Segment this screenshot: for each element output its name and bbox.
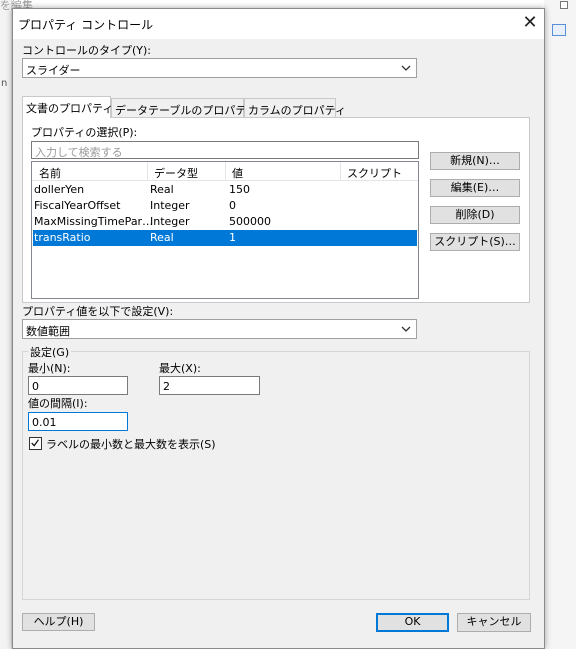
show-minmax-label: ラベルの最小数と最大数を表示(S) <box>46 438 216 451</box>
edit-button-label: 編集(E)… <box>450 181 500 194</box>
list-header: 名前 データ型 値 スクリプト <box>32 162 418 181</box>
background-toolbar-icon <box>552 24 566 36</box>
table-row[interactable]: dollerYen Real 150 <box>33 182 417 198</box>
step-label: 値の間隔(I): <box>28 397 88 410</box>
help-button[interactable]: ヘルプ(H) <box>22 613 95 631</box>
column-header-value[interactable]: 値 <box>232 165 243 181</box>
value-source-value: 数値範囲 <box>26 325 70 338</box>
script-button[interactable]: スクリプト(S)… <box>430 233 520 251</box>
property-search-input[interactable]: 入力して検索する <box>31 141 419 159</box>
cell-name: transRatio <box>34 231 91 244</box>
delete-button-label: 削除(D) <box>455 208 495 221</box>
control-type-dropdown[interactable]: スライダー <box>22 58 417 78</box>
background-app-right-panel <box>544 0 576 649</box>
cell-name: FiscalYearOffset <box>34 199 121 212</box>
chevron-down-icon <box>401 65 411 71</box>
tab-column-properties[interactable]: カラムのプロパティ <box>244 98 346 118</box>
cell-name: MaxMissingTimePar… <box>34 215 154 228</box>
control-type-value: スライダー <box>26 64 81 77</box>
tab-label: カラムのプロパティ <box>248 104 347 117</box>
property-control-dialog: プロパティ コントロール ✕ コントロールのタイプ(Y): スライダー 文書のプ… <box>12 8 545 649</box>
tab-label: データテーブルのプロパティ <box>115 104 257 117</box>
ok-button-label: OK <box>404 615 421 628</box>
background-left-text: n <box>1 78 8 89</box>
dialog-titlebar: プロパティ コントロール ✕ <box>13 9 544 39</box>
new-button[interactable]: 新規(N)… <box>430 152 520 170</box>
step-input[interactable]: 0.01 <box>28 412 128 431</box>
tab-document-properties[interactable]: 文書のプロパティ <box>22 96 114 118</box>
tab-datatable-properties[interactable]: データテーブルのプロパティ <box>111 98 257 118</box>
tab-label: 文書のプロパティ <box>26 102 114 115</box>
show-minmax-checkbox[interactable] <box>29 437 42 450</box>
cell-type: Integer <box>150 199 190 212</box>
max-value: 2 <box>163 380 170 393</box>
property-select-label: プロパティの選択(P): <box>31 126 138 139</box>
edit-button[interactable]: 編集(E)… <box>430 179 520 197</box>
table-row-selected[interactable]: transRatio Real 1 <box>33 230 417 246</box>
cancel-button-label: キャンセル <box>466 615 522 628</box>
cell-value: 500000 <box>229 215 271 228</box>
column-header-type[interactable]: データ型 <box>154 165 198 181</box>
dialog-title: プロパティ コントロール <box>18 18 154 32</box>
checkmark-icon <box>31 439 39 447</box>
cell-value: 150 <box>229 183 250 196</box>
value-source-label: プロパティ値を以下で設定(V): <box>22 305 174 318</box>
cell-name: dollerYen <box>34 183 85 196</box>
control-type-label: コントロールのタイプ(Y): <box>22 44 152 57</box>
background-checkbox-icon <box>560 1 568 9</box>
new-button-label: 新規(N)… <box>450 154 500 167</box>
help-button-label: ヘルプ(H) <box>33 615 84 628</box>
table-row[interactable]: MaxMissingTimePar… Integer 500000 <box>33 214 417 230</box>
script-button-label: スクリプト(S)… <box>434 235 516 248</box>
min-label: 最小(N): <box>28 362 71 375</box>
column-header-name[interactable]: 名前 <box>39 165 61 181</box>
property-list[interactable]: 名前 データ型 値 スクリプト dollerYen Real 150 Fisca… <box>31 161 419 299</box>
chevron-down-icon <box>401 326 411 332</box>
cell-type: Real <box>150 183 174 196</box>
cancel-button[interactable]: キャンセル <box>457 613 531 632</box>
min-input[interactable]: 0 <box>28 376 128 395</box>
min-value: 0 <box>32 380 39 393</box>
ok-button[interactable]: OK <box>376 613 449 632</box>
background-app-left-panel: n <box>0 0 12 649</box>
max-label: 最大(X): <box>159 362 201 375</box>
settings-group-label: 設定(G) <box>28 344 72 360</box>
cell-type: Real <box>150 231 174 244</box>
max-input[interactable]: 2 <box>159 376 260 395</box>
close-icon[interactable]: ✕ <box>518 12 542 36</box>
search-placeholder: 入力して検索する <box>35 146 123 159</box>
cell-type: Integer <box>150 215 190 228</box>
cell-value: 1 <box>229 231 236 244</box>
delete-button[interactable]: 削除(D) <box>430 206 520 224</box>
cell-value: 0 <box>229 199 236 212</box>
step-value: 0.01 <box>32 416 57 429</box>
column-header-script[interactable]: スクリプト <box>347 165 402 181</box>
table-row[interactable]: FiscalYearOffset Integer 0 <box>33 198 417 214</box>
value-source-dropdown[interactable]: 数値範囲 <box>22 319 417 339</box>
